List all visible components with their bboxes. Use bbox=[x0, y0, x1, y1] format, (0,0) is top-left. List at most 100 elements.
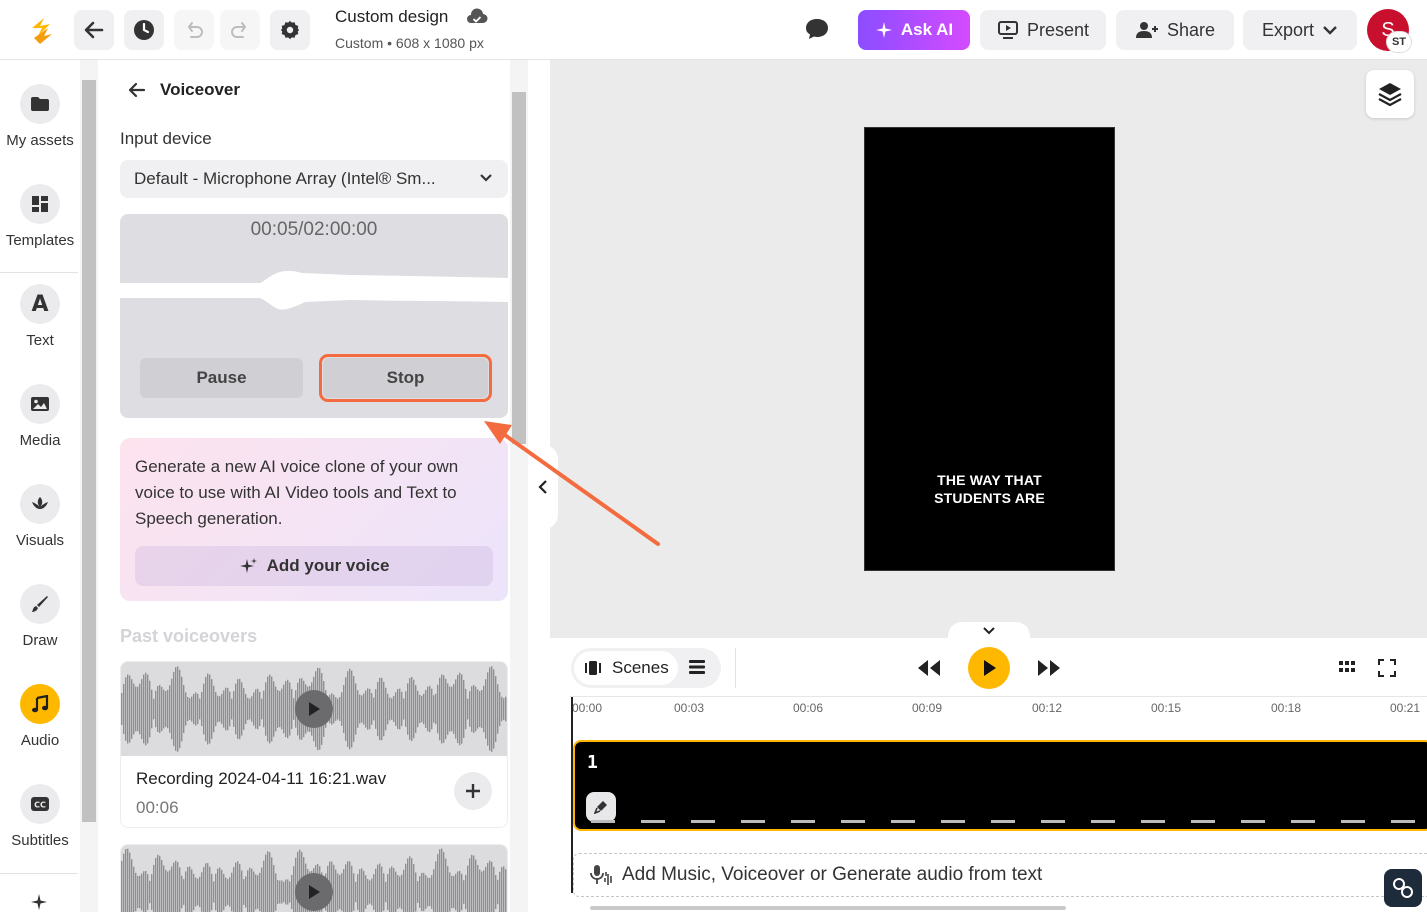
collapse-panel-button[interactable] bbox=[528, 445, 558, 529]
audio-prompt: Add Music, Voiceover or Generate audio f… bbox=[622, 864, 1043, 885]
panel-scrollbar-thumb[interactable] bbox=[512, 92, 526, 444]
rail-item-audio[interactable]: Audio bbox=[0, 660, 80, 760]
ask-ai-button[interactable]: Ask AI bbox=[858, 10, 970, 50]
artboard[interactable]: THE WAY THAT STUDENTS ARE bbox=[864, 127, 1115, 571]
rail-label: Audio bbox=[20, 732, 60, 749]
arrow-left-icon bbox=[84, 21, 104, 39]
timeline-ruler[interactable]: 00:00 00:03 00:06 00:09 00:12 00:15 00:1… bbox=[570, 696, 1427, 730]
panel-header[interactable]: Voiceover bbox=[128, 80, 240, 100]
ruler-tick-label: 00:00 bbox=[572, 701, 603, 715]
input-device-label: Input device bbox=[120, 129, 212, 148]
play-icon[interactable] bbox=[295, 690, 333, 728]
mic-icon[interactable] bbox=[586, 792, 616, 822]
rail-item-subtitles[interactable]: CC Subtitles bbox=[0, 760, 80, 860]
play-icon[interactable] bbox=[295, 873, 333, 911]
chevron-down-icon bbox=[1323, 26, 1337, 35]
rewind-icon[interactable] bbox=[916, 654, 942, 687]
undo-button[interactable] bbox=[174, 10, 214, 50]
pause-button[interactable]: Pause bbox=[140, 358, 303, 398]
layers-icon bbox=[1378, 83, 1402, 107]
scenes-icon bbox=[585, 661, 601, 675]
past-voiceover-name: Recording 2024-04-11 16:21.wav bbox=[136, 769, 387, 788]
ruler-tick-label: 00:03 bbox=[674, 701, 705, 715]
toolbar-divider bbox=[735, 648, 736, 688]
grid-view-icon[interactable] bbox=[1338, 660, 1356, 679]
left-rail: My assets Templates A Text Media Visuals… bbox=[0, 60, 80, 912]
sparkle-icon bbox=[239, 558, 257, 573]
ai-promo-text: Generate a new AI voice clone of your ow… bbox=[135, 457, 459, 528]
ruler-tick-label: 00:21 bbox=[1390, 701, 1421, 715]
rail-label: Visuals bbox=[15, 532, 65, 549]
link-icon bbox=[1393, 878, 1413, 898]
rail-item-draw[interactable]: Draw bbox=[0, 560, 80, 660]
input-device-value: Default - Microphone Array (Intel® Sm... bbox=[134, 169, 436, 188]
rail-label: Text bbox=[26, 332, 54, 349]
brush-icon bbox=[20, 584, 60, 624]
voiceover-panel: Voiceover Input device Default - Microph… bbox=[98, 60, 528, 912]
arrow-left-icon[interactable] bbox=[128, 82, 146, 98]
rail-scrollbar-thumb[interactable] bbox=[82, 80, 96, 822]
artboard-caption[interactable]: THE WAY THAT STUDENTS ARE bbox=[865, 471, 1114, 507]
scenes-label: Scenes bbox=[612, 658, 669, 677]
rail-item-my-assets[interactable]: My assets bbox=[0, 60, 80, 160]
present-icon bbox=[997, 21, 1018, 39]
layers-button[interactable] bbox=[1366, 70, 1414, 118]
rail-item-text[interactable]: A Text bbox=[0, 260, 80, 360]
live-waveform bbox=[120, 270, 508, 310]
rail-label: Media bbox=[19, 432, 61, 449]
add-voice-button[interactable]: Add your voice bbox=[135, 546, 493, 586]
templates-icon bbox=[20, 184, 60, 224]
recording-timer: 00:05/02:00:00 bbox=[250, 219, 378, 240]
play-button[interactable] bbox=[968, 647, 1010, 689]
add-audio-row[interactable]: Add Music, Voiceover or Generate audio f… bbox=[573, 853, 1427, 897]
fast-forward-icon[interactable] bbox=[1036, 654, 1062, 687]
image-icon bbox=[20, 384, 60, 424]
ruler-tick-label: 00:09 bbox=[912, 701, 943, 715]
input-device-select[interactable]: Default - Microphone Array (Intel® Sm... bbox=[120, 160, 508, 198]
timeline-scrollbar[interactable] bbox=[590, 906, 1066, 910]
fullscreen-icon[interactable] bbox=[1378, 659, 1396, 682]
ruler-tick-label: 00:18 bbox=[1271, 701, 1302, 715]
cloud-saved-icon bbox=[466, 8, 488, 31]
rail-item-media[interactable]: Media bbox=[0, 360, 80, 460]
cc-icon: CC bbox=[20, 784, 60, 824]
frame-thumbnails bbox=[591, 820, 1415, 823]
rail-label: Draw bbox=[22, 632, 58, 649]
app-logo-icon[interactable] bbox=[26, 14, 58, 46]
history-button[interactable] bbox=[124, 10, 164, 50]
sparkle-icon[interactable] bbox=[29, 892, 49, 912]
folder-icon bbox=[20, 84, 60, 124]
panel-title: Voiceover bbox=[160, 80, 241, 99]
play-icon bbox=[984, 660, 996, 676]
list-view-icon[interactable] bbox=[688, 658, 706, 681]
past-voiceover-item[interactable] bbox=[120, 844, 508, 912]
share-button[interactable]: Share bbox=[1116, 10, 1234, 50]
sparkle-icon bbox=[875, 22, 892, 38]
scene-number: 1 bbox=[587, 752, 598, 773]
stop-button[interactable]: Stop bbox=[323, 358, 488, 398]
plus-icon bbox=[466, 784, 480, 798]
comment-icon[interactable] bbox=[804, 17, 830, 46]
recording-box: 00:05/02:00:00 Pause Stop bbox=[120, 214, 508, 418]
scene-clip[interactable]: 1 bbox=[573, 740, 1427, 831]
ruler-tick-label: 00:12 bbox=[1032, 701, 1063, 715]
settings-button[interactable] bbox=[270, 10, 310, 50]
present-button[interactable]: Present bbox=[980, 10, 1106, 50]
help-widget-button[interactable] bbox=[1384, 869, 1422, 907]
chevron-down-icon bbox=[480, 174, 492, 182]
scenes-view-button[interactable]: Scenes bbox=[574, 651, 678, 685]
past-waveform bbox=[121, 845, 507, 912]
past-voiceover-item[interactable]: Recording 2024-04-11 16:21.wav 00:06 bbox=[120, 661, 508, 828]
chevron-left-icon bbox=[538, 480, 547, 494]
rail-item-visuals[interactable]: Visuals bbox=[0, 460, 80, 560]
ruler-tick-label: 00:06 bbox=[793, 701, 824, 715]
redo-button[interactable] bbox=[220, 10, 260, 50]
ask-ai-label: Ask AI bbox=[900, 20, 954, 39]
export-button[interactable]: Export bbox=[1243, 10, 1357, 50]
back-button[interactable] bbox=[74, 10, 114, 50]
add-to-timeline-button[interactable] bbox=[454, 772, 492, 810]
document-title[interactable]: Custom design bbox=[335, 7, 448, 27]
rail-item-templates[interactable]: Templates bbox=[0, 160, 80, 260]
top-bar: Custom design Custom • 608 x 1080 px Ask… bbox=[0, 0, 1427, 60]
past-voiceovers-heading: Past voiceovers bbox=[120, 626, 258, 646]
